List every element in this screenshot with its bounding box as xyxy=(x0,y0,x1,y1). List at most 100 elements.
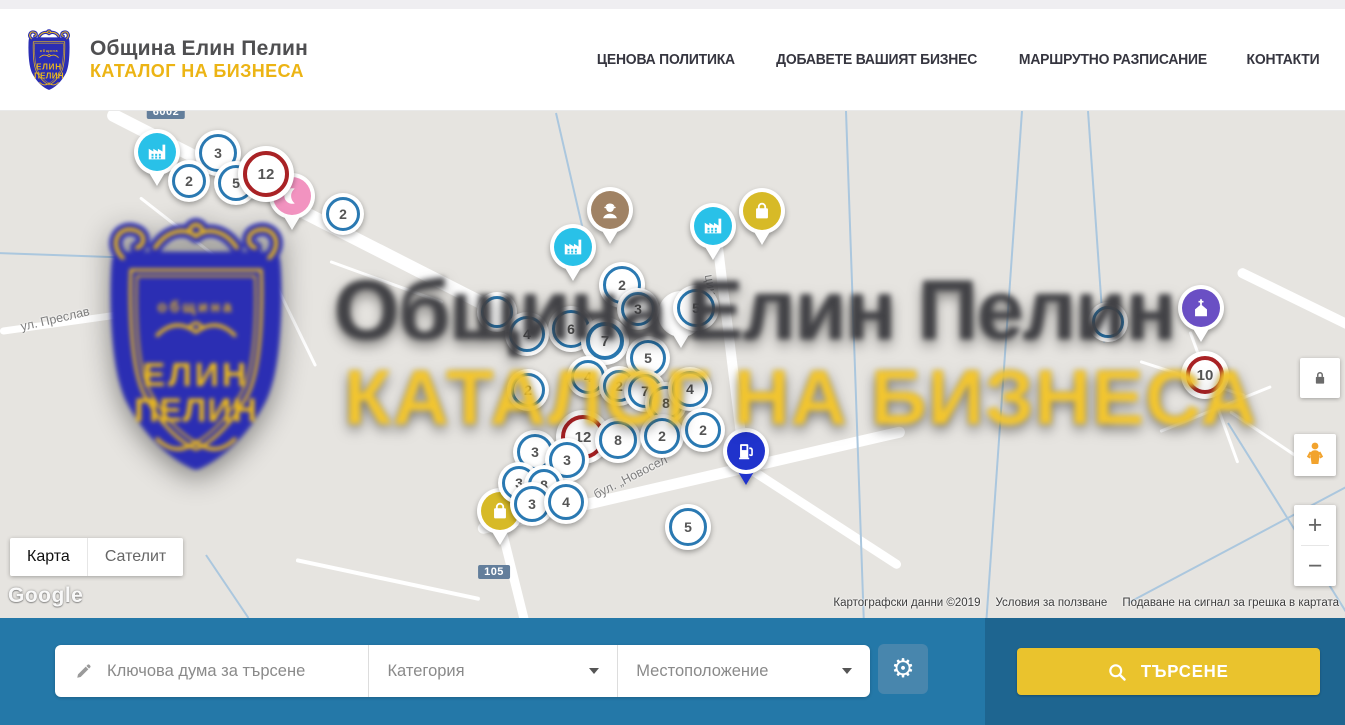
factory-icon xyxy=(554,228,592,266)
site-logo[interactable]: общинаЕЛИНПЕЛИН Община Елин Пелин КАТАЛО… xyxy=(22,28,308,92)
gear-icon: ⚙ xyxy=(891,656,914,682)
category-label: Категория xyxy=(387,662,464,681)
church-icon xyxy=(1182,289,1220,327)
pegman-button[interactable] xyxy=(1294,434,1336,476)
google-map[interactable]: 6002105ул. Преславбул. „Новоселции 32512… xyxy=(0,110,1345,618)
map-water-line xyxy=(205,554,249,618)
watermark-subtitle: КАТАЛОГ НА БИЗНЕСА xyxy=(344,352,1258,443)
google-logo[interactable]: Google xyxy=(8,584,83,608)
cluster-count: 8 xyxy=(614,432,622,448)
site-title: Община Елин Пелин xyxy=(90,37,308,61)
svg-text:ПЕЛИН: ПЕЛИН xyxy=(134,393,258,430)
cluster-count: 2 xyxy=(615,378,623,394)
map-water-line xyxy=(985,111,1023,618)
filter-bar: Категория Местоположение xyxy=(55,645,870,697)
cluster-marker[interactable]: 2 xyxy=(168,160,210,202)
cluster-marker[interactable]: 4 xyxy=(544,480,588,524)
cluster-marker[interactable]: 8 xyxy=(595,417,641,463)
cluster-count: 3 xyxy=(563,452,571,468)
maptype-satellite-button[interactable]: Сателит xyxy=(87,538,183,576)
road-number-label: 105 xyxy=(478,565,510,579)
location-dropdown[interactable]: Местоположение xyxy=(618,645,870,697)
cluster-count: 3 xyxy=(214,145,222,161)
nav-contacts[interactable]: КОНТАКТИ xyxy=(1247,52,1320,68)
cluster-marker[interactable]: 5 xyxy=(665,504,711,550)
pin-body xyxy=(690,203,736,249)
factory-icon xyxy=(138,133,176,171)
watermark-title: Община Елин Пелин xyxy=(334,262,1175,359)
cluster-marker[interactable]: 4 xyxy=(505,312,549,356)
municipality-crest-icon: общинаЕЛИНПЕЛИН xyxy=(22,28,76,92)
cluster-count: 4 xyxy=(562,494,570,510)
zoom-in-button[interactable]: + xyxy=(1294,505,1336,545)
advanced-settings-button[interactable]: ⚙ xyxy=(878,644,928,694)
search-button[interactable]: ТЪРСЕНЕ xyxy=(1017,648,1320,695)
maptype-map-button[interactable]: Карта xyxy=(10,538,87,576)
map-attribution: Картографски данни ©2019 Условия за полз… xyxy=(833,597,1339,609)
worker-icon xyxy=(591,191,629,229)
header: общинаЕЛИНПЕЛИН Община Елин Пелин КАТАЛО… xyxy=(0,9,1345,111)
attribution-report-link[interactable]: Подаване на сигнал за грешка в картата xyxy=(1122,597,1339,609)
cluster-count: 7 xyxy=(601,333,609,350)
search-button-label: ТЪРСЕНЕ xyxy=(1141,661,1229,682)
cluster-count: 3 xyxy=(531,444,539,460)
map-road xyxy=(139,196,259,291)
cluster-count: 2 xyxy=(185,173,193,189)
cluster-count: 4 xyxy=(686,381,694,397)
pin-body xyxy=(739,188,785,234)
fuel-pin[interactable] xyxy=(723,428,769,490)
pin-body xyxy=(550,224,596,270)
church-pin[interactable] xyxy=(1178,285,1224,347)
cluster-marker[interactable]: 2 xyxy=(681,408,725,452)
lock-icon xyxy=(1311,369,1329,387)
cluster-marker[interactable]: 5 xyxy=(673,285,719,331)
attribution-terms-link[interactable]: Условия за ползване xyxy=(995,597,1107,609)
bag-pin[interactable] xyxy=(739,188,785,250)
site-subtitle: КАТАЛОГ НА БИЗНЕСА xyxy=(90,61,308,82)
map-road xyxy=(249,231,317,367)
cluster-count: 4 xyxy=(584,369,592,385)
cluster-marker[interactable] xyxy=(1088,302,1128,342)
zoom-control: + − xyxy=(1294,505,1336,586)
cluster-count: 3 xyxy=(634,301,642,317)
cluster-marker[interactable]: 4 xyxy=(668,367,712,411)
pencil-icon xyxy=(75,662,93,680)
zoom-out-button[interactable]: − xyxy=(1294,546,1336,586)
factory-pin[interactable] xyxy=(690,203,736,265)
watermark-crest: общинаЕЛИНПЕЛИН xyxy=(84,213,308,487)
cluster-marker[interactable]: 10 xyxy=(1181,351,1229,399)
location-label: Местоположение xyxy=(636,662,768,681)
cluster-count: 2 xyxy=(618,277,626,293)
cluster-count: 5 xyxy=(644,350,652,366)
fuel-icon xyxy=(727,432,765,470)
cluster-count: 10 xyxy=(1197,367,1214,384)
search-bar: Категория Местоположение ⚙ ТЪРСЕНЕ xyxy=(0,618,1345,725)
maptype-control: Карта Сателит xyxy=(10,538,183,576)
cluster-count: 2 xyxy=(524,382,532,398)
pin-body xyxy=(723,428,769,474)
cluster-count: 5 xyxy=(684,519,692,535)
lock-button[interactable] xyxy=(1300,358,1340,398)
cluster-count: 2 xyxy=(699,422,707,438)
cluster-marker[interactable]: 2 xyxy=(322,193,364,235)
nav-add-business[interactable]: ДОБАВЕТЕ ВАШИЯТ БИЗНЕС xyxy=(776,52,977,68)
search-icon xyxy=(1107,662,1127,682)
main-nav: ЦЕНОВА ПОЛИТИКА ДОБАВЕТЕ ВАШИЯТ БИЗНЕС М… xyxy=(594,52,1321,68)
cluster-marker[interactable]: 12 xyxy=(238,146,294,202)
cluster-count: 2 xyxy=(658,428,666,444)
map-water-line xyxy=(555,113,586,238)
cluster-count: 12 xyxy=(258,166,275,183)
factory-pin[interactable] xyxy=(550,224,596,286)
cluster-count: 2 xyxy=(339,206,347,222)
cluster-marker[interactable]: 3 xyxy=(617,288,659,330)
nav-route-schedule[interactable]: МАРШРУТНО РАЗПИСАНИЕ xyxy=(1019,52,1207,68)
nav-pricing[interactable]: ЦЕНОВА ПОЛИТИКА xyxy=(597,52,735,68)
cluster-marker[interactable]: 2 xyxy=(640,414,684,458)
street-name-label: ул. Преслав xyxy=(19,304,91,333)
keyword-input[interactable] xyxy=(105,661,339,682)
category-dropdown[interactable]: Категория xyxy=(369,645,617,697)
keyword-section xyxy=(55,645,368,697)
pin-body xyxy=(1178,285,1224,331)
cluster-marker[interactable]: 2 xyxy=(507,369,549,411)
bag-icon xyxy=(743,192,781,230)
